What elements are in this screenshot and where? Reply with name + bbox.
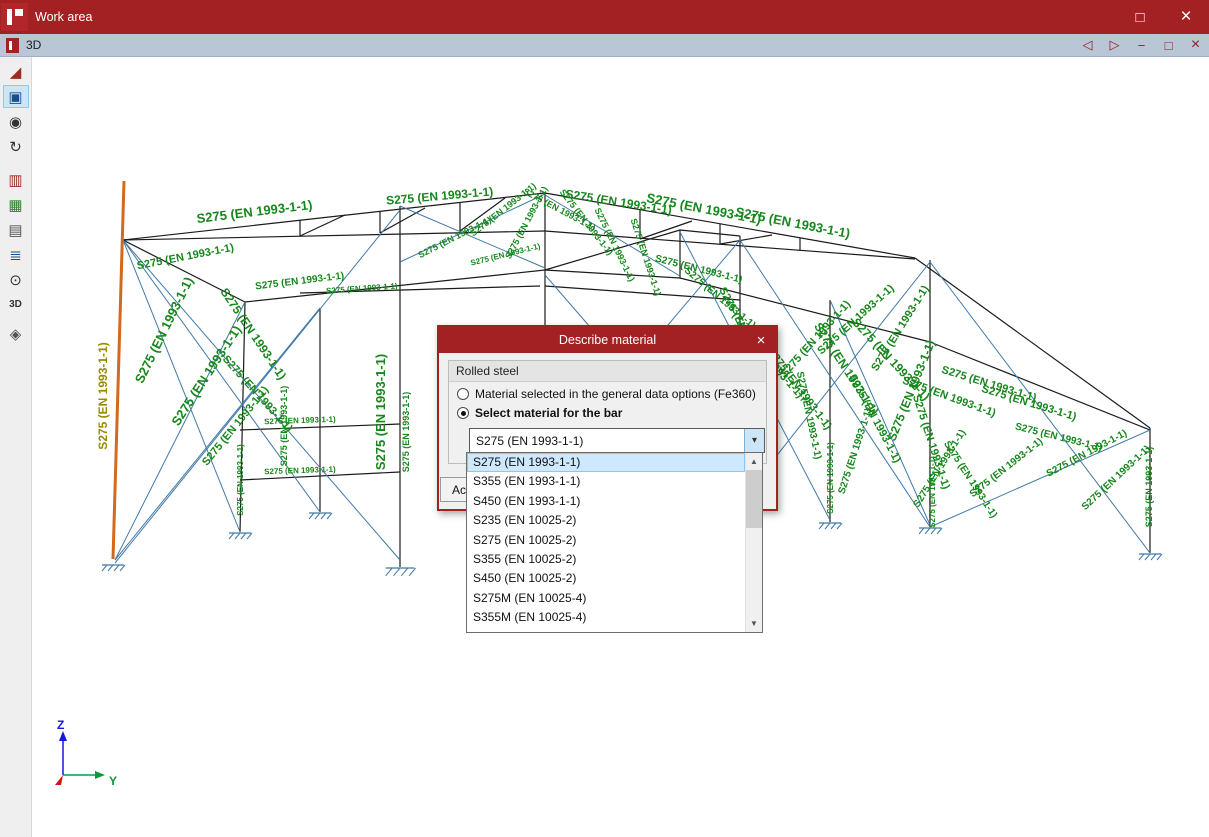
material-option[interactable]: S355 (EN 1993-1-1) (467, 472, 745, 491)
view-restore-button[interactable]: □ (1155, 34, 1182, 56)
dropdown-scrollbar[interactable]: ▲ ▼ (745, 453, 762, 632)
material-combobox[interactable]: S275 (EN 1993-1-1) ▾ (469, 428, 765, 453)
window-title: Work area (35, 10, 93, 24)
view-close-button[interactable]: × (1182, 34, 1209, 56)
dialog-close-button[interactable]: × (750, 330, 772, 350)
z-axis-label: Z (57, 718, 64, 732)
view-back-button[interactable]: ◁ (1074, 34, 1101, 56)
scrollbar-thumb[interactable] (746, 470, 762, 528)
material-option[interactable]: S235 (EN 10025-2) (467, 511, 745, 530)
tab-3d-label: 3D (26, 38, 42, 52)
material-options: S275 (EN 1993-1-1) S355 (EN 1993-1-1) S450… (467, 453, 745, 632)
material-option[interactable]: S275M (EN 10025-4) (467, 589, 745, 608)
view-forward-button[interactable]: ▷ (1101, 34, 1128, 56)
layers-icon[interactable]: ≣ (3, 243, 29, 266)
scroll-up-icon[interactable]: ▲ (746, 453, 762, 470)
orbit-icon[interactable]: ↻ (3, 135, 29, 158)
show-elements-icon[interactable]: ⊙ (3, 268, 29, 291)
radio-material-general[interactable]: Material selected in the general data op… (449, 382, 766, 401)
material-option[interactable]: S355 (EN 10025-2) (467, 550, 745, 569)
radio-material-select-label: Select material for the bar (475, 406, 623, 420)
grid-edit-icon[interactable]: ▦ (3, 193, 29, 216)
y-axis-arrowhead (95, 771, 105, 779)
app-logo-icon (1, 3, 28, 31)
rolled-steel-group: Rolled steel Material selected in the ge… (448, 360, 767, 464)
material-option[interactable]: S450 (EN 10025-2) (467, 569, 745, 588)
combobox-dropdown-button[interactable]: ▾ (744, 429, 764, 452)
view-3d-box-icon[interactable]: ▣ (2, 85, 29, 108)
material-option[interactable]: S450 (EN 1993-1-1) (467, 492, 745, 511)
view-tab-bar: 3D ◁ ▷ − □ × (0, 34, 1209, 57)
scrollbar-track[interactable] (746, 470, 762, 615)
axes-indicator: Z Y (55, 718, 117, 788)
material-combobox-value: S275 (EN 1993-1-1) (476, 433, 584, 448)
window-close-button[interactable]: × (1163, 0, 1209, 34)
y-axis-label: Y (109, 774, 117, 788)
tab-3d-icon (6, 37, 19, 53)
chevron-down-icon: ▾ (751, 435, 758, 446)
dialog-title: Describe material (558, 333, 657, 347)
radio-checked-icon (457, 407, 469, 419)
tab-3d[interactable]: 3D (0, 34, 51, 56)
left-toolbar: ◢ ▣ ◉ ↻ ▥ ▦ ▤ ≣ ⊙ 3D ◈ (0, 57, 32, 837)
material-option[interactable]: S275 (EN 1993-1-1) (467, 453, 745, 473)
app-window: Work area □ × 3D ◁ ▷ − □ × ◢ ▣ ◉ ↻ ▥ ▦ ▤ ≣ ⊙ 3D ◈ … (0, 0, 1209, 837)
z-axis-arrowhead (59, 731, 67, 741)
render-icon[interactable]: ◈ (3, 322, 29, 345)
title-bar: Work area □ × (0, 0, 1209, 34)
table-icon[interactable]: ▤ (3, 218, 29, 241)
view-3d-text-icon[interactable]: 3D (3, 293, 29, 316)
material-dropdown-list: S275 (EN 1993-1-1) S355 (EN 1993-1-1) S450… (466, 452, 763, 633)
radio-unchecked-icon (457, 388, 469, 400)
x-axis-arrowhead (55, 775, 63, 785)
rolled-steel-group-title: Rolled steel (449, 361, 766, 382)
material-option[interactable]: S275 (EN 10025-2) (467, 531, 745, 550)
scroll-down-icon[interactable]: ▼ (746, 615, 762, 632)
material-option[interactable]: S355M (EN 10025-4) (467, 608, 745, 627)
visibility-icon[interactable]: ◉ (3, 110, 29, 133)
pointer-tool-icon[interactable]: ◢ (3, 60, 29, 83)
radio-material-select[interactable]: Select material for the bar (449, 401, 766, 420)
window-restore-button[interactable]: □ (1117, 0, 1163, 34)
section-icon[interactable]: ▥ (3, 168, 29, 191)
view-minimize-button[interactable]: − (1128, 34, 1155, 56)
radio-material-general-label: Material selected in the general data op… (475, 387, 756, 401)
dialog-title-bar[interactable]: Describe material × (439, 327, 776, 353)
